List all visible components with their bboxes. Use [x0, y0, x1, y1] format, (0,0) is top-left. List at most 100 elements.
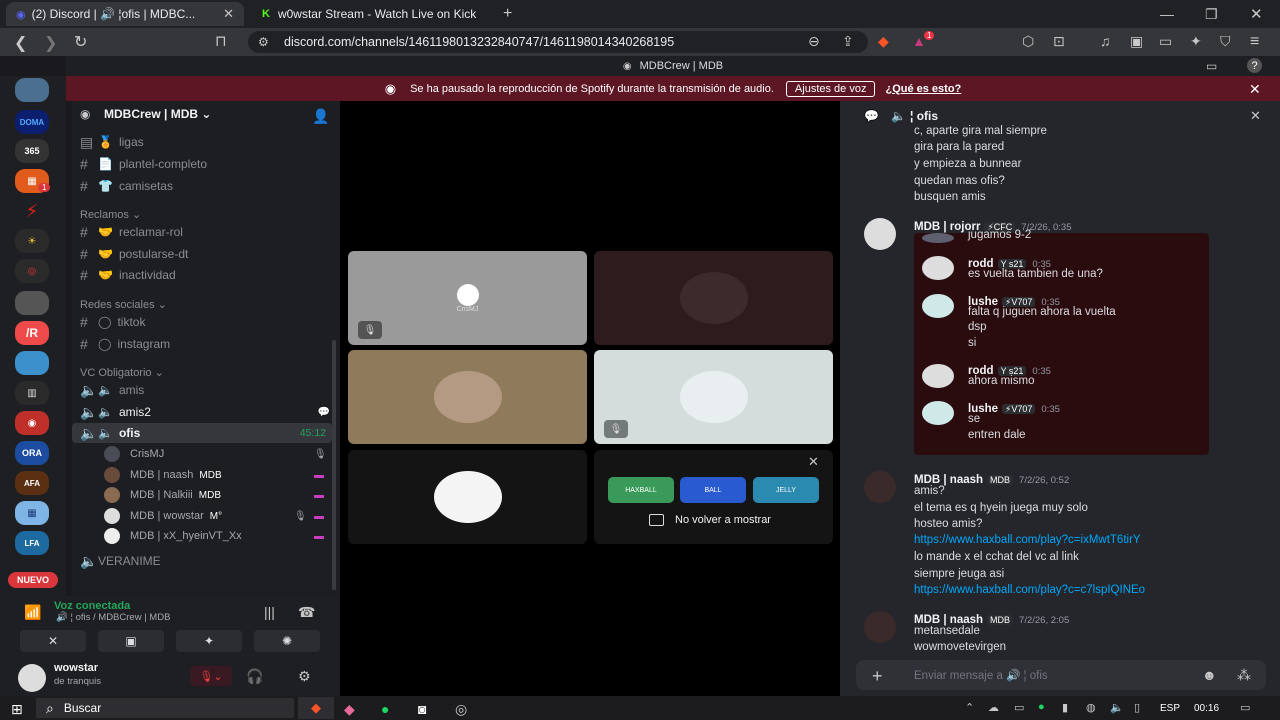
discord-taskbar-icon[interactable]: ◙ [418, 701, 426, 717]
message-link[interactable]: https://www.haxball.com/play?c=ixMwtT6ti… [914, 534, 1141, 546]
app-icon[interactable]: ◆ [344, 701, 355, 718]
disconnect-icon[interactable]: ☎ [298, 604, 315, 621]
category-vc[interactable]: VC Obligatorio ⌄ [80, 366, 164, 379]
server-icon[interactable] [15, 351, 49, 375]
server-icon[interactable] [15, 78, 49, 102]
windows-start-icon[interactable]: ⊞ [11, 701, 23, 718]
screenshot-icon[interactable]: ⊡ [1053, 33, 1065, 50]
author-avatar[interactable] [864, 611, 896, 643]
soundboard-button[interactable]: ✺ [254, 630, 320, 652]
channel-postularse-dt[interactable]: # 🤝 postularse-dt [80, 244, 330, 264]
wallet-icon[interactable]: ▭ [1159, 33, 1172, 50]
headphones-icon[interactable]: 🎧 [246, 668, 263, 685]
participant-tile[interactable] [348, 450, 587, 544]
new-servers-pill[interactable]: NUEVO [8, 572, 58, 588]
back-icon[interactable]: ❮ [14, 33, 27, 53]
chat-bubble-icon[interactable]: 💬 [318, 407, 330, 418]
channel-inactividad[interactable]: # 🤝 inactividad [80, 265, 330, 285]
tray-icon[interactable]: ▭ [1014, 701, 1024, 714]
dont-show-checkbox[interactable] [649, 514, 664, 526]
server-icon[interactable]: ◎ [15, 259, 49, 283]
user-avatar[interactable] [18, 664, 46, 692]
close-window-icon[interactable]: ✕ [1250, 5, 1263, 23]
menu-icon[interactable]: ≡ [1250, 33, 1259, 51]
help-icon[interactable]: ? [1247, 58, 1262, 73]
activity-card[interactable]: BALL [680, 477, 746, 503]
bookmark-icon[interactable]: ⊓ [215, 32, 227, 50]
extensions-icon[interactable]: ⬡ [1022, 33, 1034, 50]
voice-channel-veranime[interactable]: 🔈 VERANIME [80, 551, 330, 571]
forward-icon[interactable]: ❯ [44, 33, 57, 53]
activity-card[interactable]: HAXBALL [608, 477, 674, 503]
voice-channel-amis2[interactable]: 🔈 🔈 amis2 💬 [80, 402, 330, 422]
signal-icon[interactable]: 📶 [24, 604, 41, 621]
tray-icon[interactable]: ▮ [1062, 701, 1068, 714]
tab-discord[interactable]: ◉ (2) Discord | 🔊 ¦ofis | MDBC... ✕ [6, 2, 244, 26]
restore-icon[interactable]: ❐ [1205, 6, 1218, 23]
close-popup-icon[interactable]: ✕ [808, 454, 819, 470]
screen-share-button[interactable]: ▣ [98, 630, 164, 652]
new-tab-icon[interactable]: + [503, 5, 512, 23]
invite-icon[interactable]: 👤 [312, 108, 329, 125]
message-input[interactable]: Enviar mensaje a 🔊 ¦ ofis [914, 668, 1048, 682]
author-avatar[interactable] [922, 401, 954, 425]
brave-taskbar-button[interactable]: ◆ [298, 697, 334, 719]
voice-channel-ofis[interactable]: 🔈 🔈 ofis 45:12 [72, 423, 332, 443]
voice-user[interactable]: MDB | xX_hyeinVT_Xx ▬ [104, 527, 324, 545]
share-icon[interactable]: ⇪ [842, 33, 854, 50]
voice-user[interactable]: CrisMJ 🎙 [104, 445, 327, 463]
noise-suppression-icon[interactable]: ||| [264, 604, 275, 620]
author-avatar[interactable] [922, 364, 954, 388]
voice-user[interactable]: MDB | naash MDB ▬ [104, 466, 324, 484]
zoom-icon[interactable]: ⊖ [808, 33, 820, 50]
volume-icon[interactable]: 🔈 [1110, 701, 1124, 714]
voice-user[interactable]: MDB | Nalkiii MDB ▬ [104, 486, 324, 504]
server-name-header[interactable]: MDBCrew | MDB ⌄ [104, 107, 211, 121]
channel-reclamar-rol[interactable]: # 🤝 reclamar-rol [80, 222, 330, 242]
channel-camisetas[interactable]: # 👕 camisetas [80, 176, 330, 196]
address-bar[interactable]: ⚙ discord.com/channels/14611980132328407… [248, 31, 868, 53]
close-chat-icon[interactable]: ✕ [1250, 108, 1261, 124]
vpn-icon[interactable]: ⛉ [1220, 33, 1231, 50]
voice-user[interactable]: MDB | wowstar M° 🎙 ▬ [104, 507, 324, 525]
sidebar-scrollbar[interactable] [332, 340, 336, 590]
server-icon[interactable]: ORA [15, 441, 49, 465]
brave-shield-icon[interactable]: ◆ [878, 33, 889, 50]
inbox-icon[interactable]: ▭ [1206, 59, 1217, 73]
clock[interactable]: 00:16 [1194, 703, 1219, 714]
close-tab-icon[interactable]: ✕ [223, 6, 234, 22]
tray-chevron-icon[interactable]: ⌃ [965, 701, 974, 714]
server-icon[interactable]: /R [15, 321, 49, 345]
tray-icon[interactable]: ☁ [988, 701, 999, 714]
close-notice-icon[interactable]: ✕ [1249, 81, 1261, 98]
voice-channel-amis[interactable]: 🔈 🔈 amis [80, 380, 330, 400]
emoji-icon[interactable]: ☻ [1202, 667, 1217, 683]
voice-location[interactable]: 🔊 ¦ ofis / MDBCrew | MDB [56, 612, 170, 623]
participant-tile[interactable] [348, 350, 587, 444]
server-icon[interactable]: ☀ [15, 229, 49, 253]
settings-gear-icon[interactable]: ⚙ [298, 668, 311, 685]
channel-tiktok[interactable]: # ◯ tiktok [80, 312, 330, 332]
participant-tile[interactable] [594, 251, 833, 345]
author-avatar[interactable] [864, 471, 896, 503]
server-icon[interactable] [15, 291, 49, 315]
sidebar-icon[interactable]: ▣ [1130, 33, 1143, 50]
network-icon[interactable]: ◍ [1086, 701, 1096, 714]
author-avatar[interactable] [922, 294, 954, 318]
author-avatar[interactable] [922, 256, 954, 280]
reload-icon[interactable]: ↻ [74, 32, 87, 52]
server-icon[interactable]: ▦ [15, 501, 49, 525]
taskbar-search[interactable]: ⌕ Buscar [36, 698, 294, 718]
category-reclamos[interactable]: Reclamos ⌄ [80, 208, 141, 221]
leo-icon[interactable]: ✦ [1190, 33, 1202, 50]
battery-icon[interactable]: ▯ [1134, 701, 1140, 714]
mute-button[interactable]: 🎙⌄ [190, 666, 232, 686]
category-redes[interactable]: Redes sociales ⌄ [80, 298, 167, 311]
server-icon[interactable]: ▥ [15, 381, 49, 405]
author-avatar[interactable] [864, 218, 896, 250]
channel-plantel-completo[interactable]: # 📄 plantel-completo [80, 154, 330, 174]
activity-card[interactable]: JELLY [753, 477, 819, 503]
minimize-icon[interactable]: — [1160, 6, 1174, 22]
camera-button[interactable]: ✕ [20, 630, 86, 652]
spotify-icon[interactable]: ● [381, 701, 389, 717]
